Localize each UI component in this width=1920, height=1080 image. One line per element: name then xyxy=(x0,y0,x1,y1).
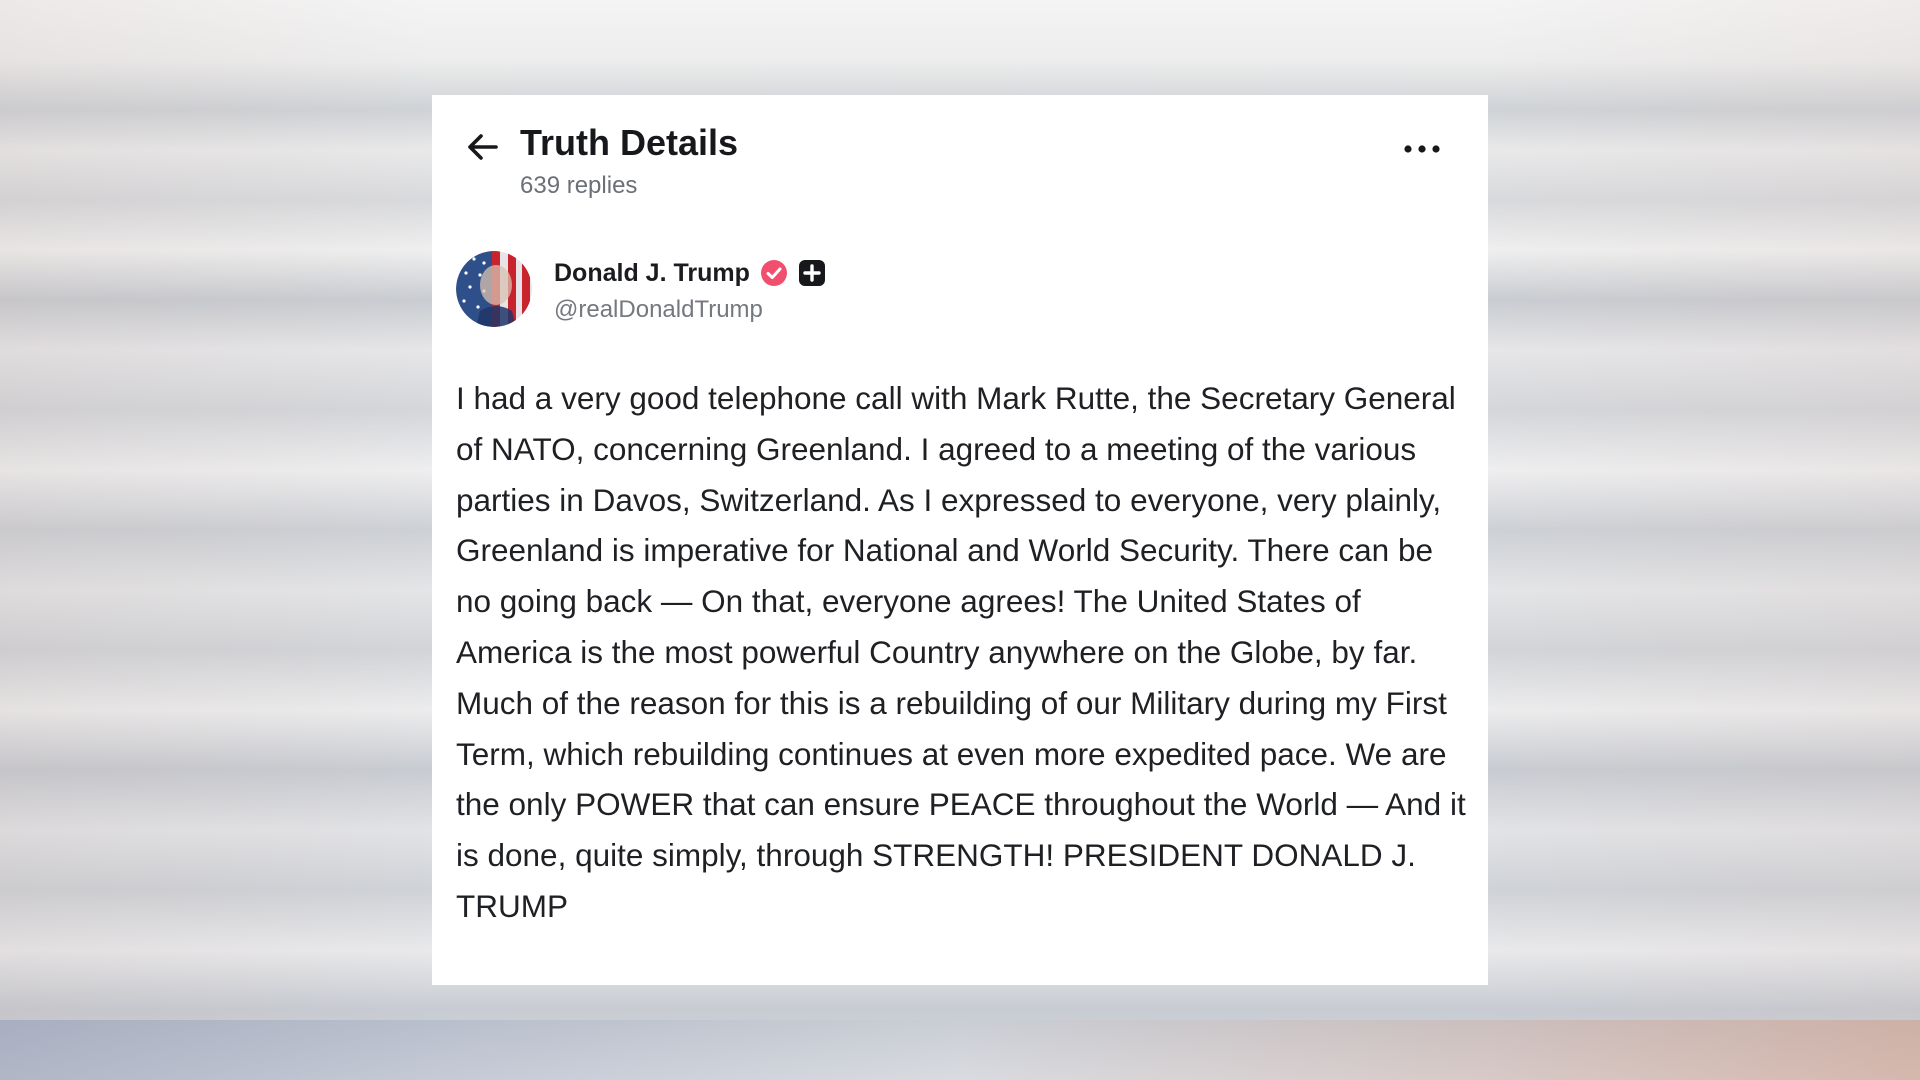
page-title: Truth Details xyxy=(520,122,739,163)
page-header: Truth Details 639 replies xyxy=(460,119,1460,209)
avatar[interactable] xyxy=(456,251,532,327)
post-detail-card: Truth Details 639 replies Donald J. Trum… xyxy=(432,95,1488,985)
post-text: I had a very good telephone call with Ma… xyxy=(456,380,1466,924)
background-blur-left xyxy=(0,0,432,1080)
reply-count: 639 replies xyxy=(520,172,638,199)
verified-badge-icon xyxy=(760,259,788,287)
plus-badge-icon xyxy=(798,259,826,287)
background-blur-right xyxy=(1488,0,1920,1080)
author-name-row: Donald J. Trump xyxy=(554,257,826,289)
post-author: Donald J. Trump @realDonaldTrump xyxy=(456,251,1464,331)
author-handle[interactable]: @realDonaldTrump xyxy=(554,295,763,325)
avatar-image xyxy=(456,251,532,327)
background-bottom-tint xyxy=(0,1020,1920,1080)
author-name[interactable]: Donald J. Trump xyxy=(554,257,750,289)
back-button[interactable] xyxy=(460,125,504,169)
arrow-left-icon xyxy=(468,134,498,160)
more-horizontal-icon xyxy=(1404,145,1440,153)
more-options-button[interactable] xyxy=(1398,129,1446,169)
